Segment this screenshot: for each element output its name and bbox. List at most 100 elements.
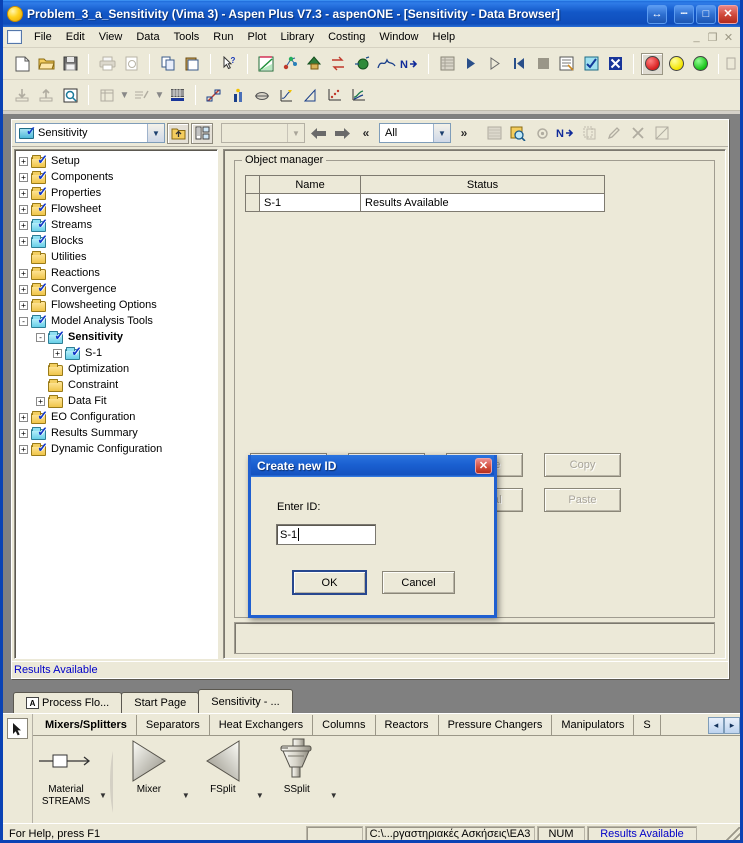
edit-form-icon[interactable] (603, 123, 625, 144)
palette-tab-manipulators[interactable]: Manipulators (552, 715, 635, 735)
stream-results-icon[interactable] (203, 84, 225, 106)
reconcile-icon[interactable] (604, 53, 626, 75)
tree-item-s-1[interactable]: + ✓ S-1 (15, 345, 217, 361)
copy-icon[interactable] (157, 53, 179, 75)
next-input-icon[interactable]: N (555, 123, 577, 144)
status-yellow-lamp[interactable] (665, 53, 687, 75)
tree-item-reactions[interactable]: + Reactions (15, 265, 217, 281)
palette-scroll-right-icon[interactable]: ▸ (724, 716, 740, 734)
flowsheet-icon[interactable] (303, 53, 325, 75)
menu-plot[interactable]: Plot (240, 29, 273, 45)
chevron-down-icon[interactable]: ▼ (147, 124, 164, 142)
forward-button[interactable] (331, 123, 353, 144)
binary-analysis-icon[interactable] (375, 53, 397, 75)
menu-file[interactable]: File (27, 29, 59, 45)
navigation-tree[interactable]: + ✓ Setup + ✓ Components + ✓ Properties + ✓ Flowshe… (14, 149, 218, 659)
palette-item-mixer[interactable]: Mixer (116, 738, 182, 796)
select-arrow-icon[interactable] (7, 718, 28, 739)
previous-sheet-button[interactable]: « (355, 123, 377, 144)
menu-tools[interactable]: Tools (167, 29, 207, 45)
stop-icon[interactable] (532, 53, 554, 75)
line-plot-icon[interactable] (347, 84, 369, 106)
expand-icon[interactable]: + (19, 220, 28, 230)
streams-icon[interactable] (327, 53, 349, 75)
grid-icon[interactable] (166, 84, 188, 106)
palette-tab-s[interactable]: S (634, 715, 661, 735)
chevron-down-icon[interactable]: ▼ (120, 84, 130, 106)
menu-data[interactable]: Data (129, 29, 166, 45)
save-icon[interactable] (59, 53, 81, 75)
chevron-down-icon[interactable]: ▼ (330, 765, 338, 800)
column-header-name[interactable]: Name (258, 175, 362, 194)
tree-item-data-fit[interactable]: + Data Fit (15, 393, 217, 409)
palette-tab-mixers-splitters[interactable]: Mixers/Splitters (36, 715, 137, 735)
object-manager-table[interactable]: Name Status S-1 Results Available (245, 175, 605, 212)
palette-scroll-left-icon[interactable]: ◂ (708, 716, 724, 734)
tree-item-optimization[interactable]: Optimization (15, 361, 217, 377)
chevron-down-icon[interactable]: ▼ (433, 124, 450, 142)
expand-icon[interactable]: + (19, 236, 28, 246)
tree-item-flowsheeting-options[interactable]: + Flowsheeting Options (15, 297, 217, 313)
palette-select-tool[interactable] (3, 714, 33, 826)
expand-icon[interactable]: + (19, 268, 28, 278)
overflow-icon[interactable] (723, 53, 739, 75)
close-button[interactable]: ✕ (718, 4, 738, 24)
step-icon[interactable] (484, 53, 506, 75)
check-results-icon[interactable] (580, 53, 602, 75)
maximize-button[interactable]: □ (696, 4, 716, 24)
utility-icon[interactable] (227, 84, 249, 106)
cell-name[interactable]: S-1 (258, 193, 362, 212)
menu-library[interactable]: Library (273, 29, 321, 45)
status-green-lamp[interactable] (689, 53, 711, 75)
palette-tab-columns[interactable]: Columns (313, 715, 376, 735)
tree-item-convergence[interactable]: + ✓ Convergence (15, 281, 217, 297)
tree-item-results-summary[interactable]: + ✓ Results Summary (15, 425, 217, 441)
run-icon[interactable] (460, 53, 482, 75)
tree-item-flowsheet[interactable]: + ✓ Flowsheet (15, 201, 217, 217)
mdi-minimize-button[interactable]: _ (690, 31, 703, 44)
expand-icon[interactable]: + (19, 300, 28, 310)
row-selector[interactable] (245, 193, 260, 212)
expand-icon[interactable]: + (19, 412, 28, 422)
palette-item-material-stream[interactable]: Material STREAMS (33, 738, 99, 808)
mdi-restore-button[interactable]: ❐ (706, 31, 719, 44)
expand-icon[interactable]: + (19, 204, 28, 214)
expand-icon[interactable]: + (53, 348, 62, 358)
expand-icon[interactable]: + (36, 396, 45, 406)
form-select-combo[interactable]: ▼ (221, 123, 305, 143)
tree-item-blocks[interactable]: + ✓ Blocks (15, 233, 217, 249)
print-preview-icon[interactable] (120, 53, 142, 75)
mdi-document-icon[interactable] (7, 30, 22, 44)
palette-tab-separators[interactable]: Separators (137, 715, 210, 735)
table-row[interactable]: S-1 Results Available (245, 193, 605, 212)
status-red-lamp[interactable] (641, 52, 663, 75)
tree-item-setup[interactable]: + ✓ Setup (15, 153, 217, 169)
palette-item-fsplit[interactable]: FSplit (190, 738, 256, 796)
tree-item-components[interactable]: + ✓ Components (15, 169, 217, 185)
blocks-icon[interactable] (351, 53, 373, 75)
menu-view[interactable]: View (92, 29, 130, 45)
palette-tab-pressure-changers[interactable]: Pressure Changers (439, 715, 553, 735)
palette-item-ssplit[interactable]: SSplit (264, 738, 330, 796)
delete-form-icon[interactable] (627, 123, 649, 144)
custom-plot-icon[interactable] (275, 84, 297, 106)
paste-icon[interactable] (181, 53, 203, 75)
tree-path-combo[interactable]: ✓ Sensitivity ▼ (15, 123, 165, 143)
components-icon[interactable] (279, 53, 301, 75)
tree-item-properties[interactable]: + ✓ Properties (15, 185, 217, 201)
collapse-icon[interactable]: - (36, 332, 45, 342)
restore-size-button[interactable]: ↔ (647, 4, 667, 24)
tree-item-eo-configuration[interactable]: + ✓ EO Configuration (15, 409, 217, 425)
cancel-button[interactable]: Cancel (382, 571, 455, 594)
tree-item-streams[interactable]: + ✓ Streams (15, 217, 217, 233)
triangle-plot-icon[interactable] (299, 84, 321, 106)
input-sheet-icon[interactable] (483, 123, 505, 144)
results-sheet-icon[interactable] (507, 123, 529, 144)
tree-item-model-analysis-tools[interactable]: - ✓ Model Analysis Tools (15, 313, 217, 329)
tree-item-constraint[interactable]: Constraint (15, 377, 217, 393)
minimize-button[interactable]: ┈ (674, 4, 694, 24)
menu-help[interactable]: Help (426, 29, 463, 45)
tree-item-dynamic-configuration[interactable]: + ✓ Dynamic Configuration (15, 441, 217, 457)
chevron-down-icon[interactable]: ▼ (155, 84, 165, 106)
sheet-filter-combo[interactable]: All ▼ (379, 123, 451, 143)
